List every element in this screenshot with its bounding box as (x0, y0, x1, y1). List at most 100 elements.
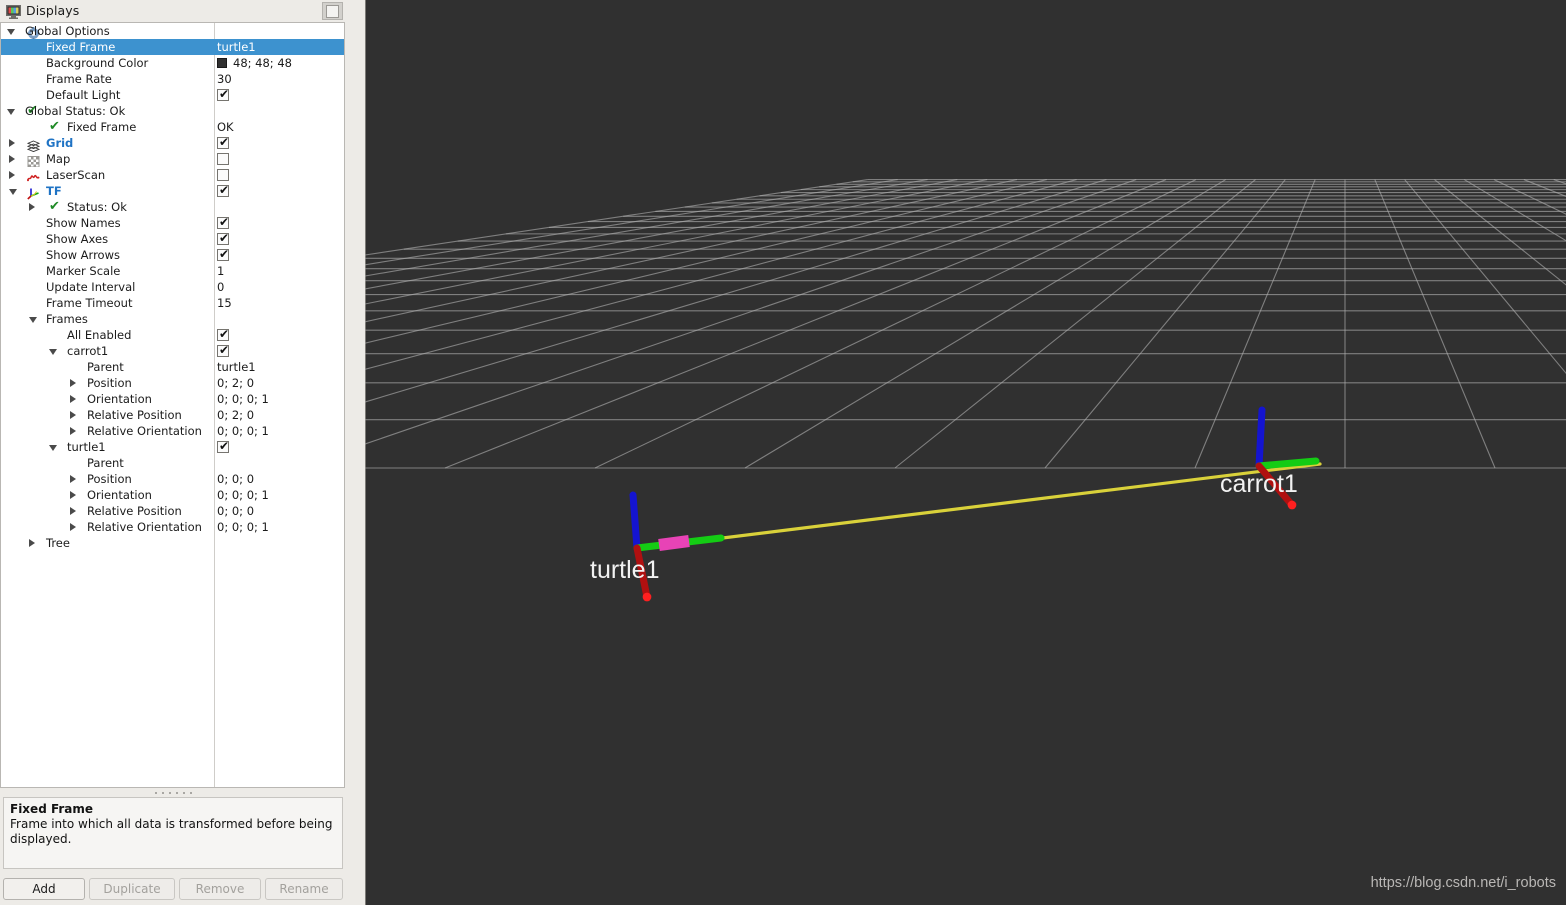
chevron-right-icon[interactable] (70, 523, 76, 531)
tree-row-orientation[interactable]: Orientation 0; 0; 0; 1 (1, 391, 344, 407)
tree-row-relative-orientation[interactable]: Relative Orientation 0; 0; 0; 1 (1, 423, 344, 439)
tree-row-fixed-frame[interactable]: ✔ Fixed Frame OK (1, 119, 344, 135)
tree-row-default-light[interactable]: Default Light ✔ (1, 87, 344, 103)
axis-y-green (1255, 457, 1320, 470)
tree-row-relative-position[interactable]: Relative Position 0; 2; 0 (1, 407, 344, 423)
tree-row-value[interactable]: turtle1 (217, 40, 256, 54)
tree-row-parent[interactable]: Parent (1, 455, 344, 471)
tree-row-value[interactable]: 0; 2; 0 (217, 376, 254, 390)
tree-row-value[interactable]: OK (217, 120, 234, 134)
map-icon (27, 153, 40, 167)
checkbox-default-light[interactable]: ✔ (217, 88, 229, 101)
tree-row-label: Orientation (87, 488, 152, 502)
grid-line-lateral (594, 179, 1197, 469)
tree-row-marker-scale[interactable]: Marker Scale 1 (1, 263, 344, 279)
chevron-right-icon[interactable] (9, 155, 15, 163)
tree-row-background-color[interactable]: Background Color 48; 48; 48 (1, 55, 344, 71)
tree-row-tree[interactable]: Tree (1, 535, 344, 551)
tree-row-relative-position[interactable]: Relative Position 0; 0; 0 (1, 503, 344, 519)
tree-row-value[interactable]: turtle1 (217, 360, 256, 374)
grip-dot (169, 792, 171, 794)
tree-row-show-axes[interactable]: Show Axes ✔ (1, 231, 344, 247)
tree-row-tf[interactable]: TF ✔ (1, 183, 344, 200)
chevron-down-icon[interactable] (7, 109, 15, 115)
add-button[interactable]: Add (3, 878, 85, 900)
tree-row-value[interactable]: 0; 0; 0 (217, 472, 254, 486)
checkbox-show-arrows[interactable]: ✔ (217, 248, 229, 261)
chevron-down-icon[interactable] (9, 189, 17, 195)
tree-row-position[interactable]: Position 0; 0; 0 (1, 471, 344, 487)
tree-row-value[interactable]: 15 (217, 296, 232, 310)
chevron-right-icon[interactable] (70, 411, 76, 419)
checkbox-carrot1[interactable]: ✔ (217, 344, 229, 357)
tree-row-status-ok[interactable]: ✔ Status: Ok (1, 199, 344, 215)
displays-tree[interactable]: Global Options Fixed Frame turtle1 Backgrou… (0, 22, 345, 788)
tree-row-parent[interactable]: Parent turtle1 (1, 359, 344, 375)
checkbox-tf[interactable]: ✔ (217, 184, 229, 197)
tree-row-frame-rate[interactable]: Frame Rate 30 (1, 71, 344, 87)
tree-row-label: Frame Rate (46, 72, 112, 86)
tree-row-label: Marker Scale (46, 264, 121, 278)
tree-row-orientation[interactable]: Orientation 0; 0; 0; 1 (1, 487, 344, 503)
tree-row-update-interval[interactable]: Update Interval 0 (1, 279, 344, 295)
checkbox-map[interactable] (217, 153, 229, 165)
color-swatch[interactable] (217, 58, 227, 68)
render-viewport[interactable]: https://blog.csdn.net/i_robots turtle1 ca… (365, 0, 1566, 905)
tree-row-frames[interactable]: Frames (1, 311, 344, 327)
chevron-right-icon[interactable] (29, 539, 35, 547)
chevron-right-icon[interactable] (9, 139, 15, 147)
tree-row-turtle1[interactable]: turtle1 ✔ (1, 439, 344, 455)
grip-dot (176, 792, 178, 794)
tree-row-position[interactable]: Position 0; 2; 0 (1, 375, 344, 391)
chevron-right-icon[interactable] (9, 171, 15, 179)
tree-row-value[interactable]: 0; 0; 0; 1 (217, 392, 269, 406)
chevron-right-icon[interactable] (29, 203, 35, 211)
float-panel-button[interactable] (322, 2, 343, 20)
tree-row-map[interactable]: Map (1, 151, 344, 167)
tree-row-value[interactable]: 30 (217, 72, 232, 86)
tree-row-global-status-ok[interactable]: ✔ Global Status: Ok (1, 103, 344, 119)
help-title: Fixed Frame (10, 802, 94, 816)
tree-row-grid[interactable]: Grid ✔ (1, 135, 344, 153)
tree-row-all-enabled[interactable]: All Enabled ✔ (1, 327, 344, 343)
tree-row-label: Frames (46, 312, 88, 326)
chevron-right-icon[interactable] (70, 507, 76, 515)
tree-row-value[interactable]: 1 (217, 264, 224, 278)
tree-row-laserscan[interactable]: LaserScan (1, 167, 344, 183)
tree-row-frame-timeout[interactable]: Frame Timeout 15 (1, 295, 344, 311)
tree-row-value[interactable]: 48; 48; 48 (233, 56, 292, 70)
tree-row-value[interactable]: 0; 0; 0; 1 (217, 488, 269, 502)
check-glyph: ✔ (219, 327, 230, 341)
chevron-right-icon[interactable] (70, 395, 76, 403)
tree-row-show-arrows[interactable]: Show Arrows ✔ (1, 247, 344, 263)
chevron-down-icon[interactable] (7, 29, 15, 35)
grid-line-lateral (1493, 179, 1566, 215)
checkbox-all-enabled[interactable]: ✔ (217, 327, 230, 341)
tree-row-global-options[interactable]: Global Options (1, 23, 344, 40)
tree-row-fixed-frame[interactable]: Fixed Frame turtle1 (1, 39, 344, 55)
tf-arrow-head-magenta (658, 535, 690, 551)
chevron-right-icon[interactable] (70, 427, 76, 435)
tree-row-value[interactable]: 0; 0; 0 (217, 504, 254, 518)
grid-line-lateral (365, 179, 1107, 403)
tree-row-value[interactable]: 0; 2; 0 (217, 408, 254, 422)
tree-row-value[interactable]: 0; 0; 0; 1 (217, 424, 269, 438)
tree-row-relative-orientation[interactable]: Relative Orientation 0; 0; 0; 1 (1, 519, 344, 535)
chevron-right-icon[interactable] (70, 379, 76, 387)
tree-row-show-names[interactable]: Show Names ✔ (1, 215, 344, 231)
chevron-down-icon[interactable] (29, 317, 37, 323)
tree-row-value[interactable]: 0 (217, 280, 224, 294)
checkbox-show-names[interactable]: ✔ (217, 215, 230, 229)
chevron-right-icon[interactable] (70, 475, 76, 483)
checkbox-turtle1[interactable]: ✔ (217, 440, 229, 453)
checkbox-show-axes[interactable]: ✔ (217, 232, 229, 245)
chevron-right-icon[interactable] (70, 491, 76, 499)
checkbox-grid[interactable]: ✔ (217, 136, 229, 149)
tree-row-carrot1[interactable]: carrot1 ✔ (1, 343, 344, 359)
checkbox-laserscan[interactable] (217, 169, 229, 181)
check-glyph: ✔ (219, 215, 230, 229)
chevron-down-icon[interactable] (49, 445, 57, 451)
axis-x-tip (1287, 500, 1297, 510)
chevron-down-icon[interactable] (49, 349, 57, 355)
tree-row-value[interactable]: 0; 0; 0; 1 (217, 520, 269, 534)
